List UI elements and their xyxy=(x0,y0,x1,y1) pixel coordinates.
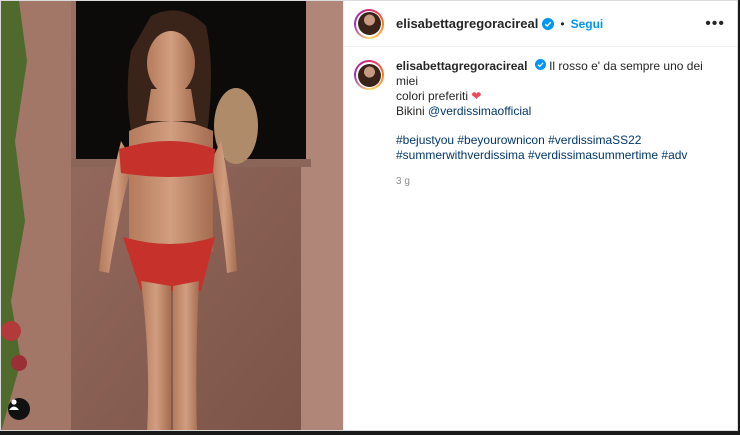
more-options-icon[interactable]: ••• xyxy=(705,15,725,33)
mention-link[interactable]: @verdissimaofficial xyxy=(428,104,531,118)
separator-dot: • xyxy=(560,16,565,31)
verified-badge-icon xyxy=(534,59,546,70)
post-photo[interactable] xyxy=(1,1,343,430)
user-tag-icon[interactable] xyxy=(8,398,30,420)
post-sidebar: elisabettagregoracireal • Segui ••• elis… xyxy=(343,1,737,430)
post-caption: elisabettagregoracireal Il rosso e' da s… xyxy=(344,47,737,189)
hashtags-line1[interactable]: #bejustyou #beyourownicon #verdissimaSS2… xyxy=(396,133,706,148)
post-timestamp[interactable]: 3 g xyxy=(396,174,706,189)
bikini-label: Bikini xyxy=(396,104,429,118)
author-avatar[interactable] xyxy=(354,8,384,39)
verified-badge-icon xyxy=(542,17,555,30)
caption-body: elisabettagregoracireal Il rosso e' da s… xyxy=(396,59,706,189)
caption-avatar[interactable] xyxy=(354,60,384,90)
instagram-post: elisabettagregoracireal • Segui ••• elis… xyxy=(0,0,738,431)
caption-text-line2: colori preferiti xyxy=(396,89,469,103)
follow-button[interactable]: Segui xyxy=(571,17,604,31)
hashtags-line2[interactable]: #summerwithverdissima #verdissimasummert… xyxy=(396,148,706,163)
author-username[interactable]: elisabettagregoracireal xyxy=(396,16,538,31)
post-header: elisabettagregoracireal • Segui ••• xyxy=(344,1,737,47)
heart-emoji: ❤ xyxy=(471,89,482,103)
photo-illustration xyxy=(1,1,343,430)
caption-username[interactable]: elisabettagregoracireal xyxy=(396,59,527,73)
